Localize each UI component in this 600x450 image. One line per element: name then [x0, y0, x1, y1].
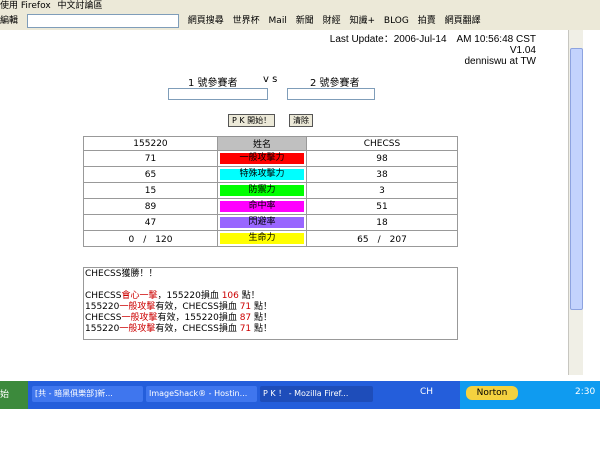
- table-row: 71 一般攻擊力 98: [84, 151, 458, 167]
- toolbar-mail[interactable]: Mail: [269, 12, 287, 30]
- table-row: 47 閃避率 18: [84, 215, 458, 231]
- start-button[interactable]: 始: [0, 381, 28, 409]
- table-row: 89 命中率 51: [84, 199, 458, 215]
- name-header: 姓名: [217, 137, 306, 151]
- toolbar-auction[interactable]: 拍賣: [418, 12, 436, 30]
- log-line: CHECSS會心一擊，155220損血 106 點！: [85, 291, 456, 302]
- left-value: 71: [84, 151, 218, 167]
- toolbar-knowledge[interactable]: 知識+: [349, 12, 375, 30]
- right-value: 3: [306, 183, 457, 199]
- stat-label: 生命力: [220, 233, 304, 244]
- log-line: 155220一般攻擊有效，CHECSS損血 71 點！: [85, 324, 456, 335]
- stat-label: 閃避率: [220, 217, 304, 228]
- bookmarks-bar: 使用 Firefox 中文討論區: [0, 0, 600, 12]
- toolbar-search[interactable]: 網頁搜尋: [188, 12, 224, 30]
- log-line: 155220一般攻擊有效，CHECSS損血 71 點！: [85, 302, 456, 313]
- edit-menu[interactable]: 編輯: [0, 12, 18, 30]
- update-info: Last Update：2006-Jul-14 AM 10:56:48 CST …: [330, 34, 536, 67]
- task-imageshack[interactable]: ImageShack® - Hostin...: [146, 386, 257, 402]
- toolbar-search-input[interactable]: [27, 14, 179, 28]
- toolbar-worldcup[interactable]: 世界杯: [233, 12, 260, 30]
- right-value: 38: [306, 167, 457, 183]
- player1-input[interactable]: [168, 88, 268, 100]
- left-value: 0 / 120: [84, 231, 218, 247]
- left-value: 65: [84, 167, 218, 183]
- table-row: 155220 姓名 CHECSS: [84, 137, 458, 151]
- bookmark-forum[interactable]: 中文討論區: [58, 1, 103, 11]
- toolbar-finance[interactable]: 財經: [323, 12, 341, 30]
- stat-label: 特殊攻擊力: [220, 169, 304, 180]
- yahoo-toolbar: 編輯 網頁搜尋 世界杯 Mail 新聞 財經 知識+ BLOG 拍賣 網頁翻譯: [0, 12, 600, 31]
- stats-table: 155220 姓名 CHECSS 71 一般攻擊力 98 65 特殊攻擊力 38…: [83, 136, 458, 247]
- stat-label: 命中率: [220, 201, 304, 212]
- author: denniswu at TW: [330, 56, 536, 67]
- stat-label: 一般攻擊力: [220, 153, 304, 164]
- ime-indicator[interactable]: CH: [420, 387, 433, 397]
- task-forum[interactable]: [共 - 暗黑俱樂部]新...: [32, 386, 143, 402]
- player2-label: 2 號參賽者: [310, 74, 360, 89]
- clock: 2:30: [575, 387, 595, 397]
- page-content: Last Update：2006-Jul-14 AM 10:56:48 CST …: [0, 30, 568, 375]
- table-row: 15 防禦力 3: [84, 183, 458, 199]
- task-firefox[interactable]: P K ！ - Mozilla Firef...: [260, 386, 373, 402]
- table-row: 0 / 120 生命力 65 / 207: [84, 231, 458, 247]
- player2-input[interactable]: [287, 88, 375, 100]
- right-player-name: CHECSS: [306, 137, 457, 151]
- log-line: CHECSS一般攻擊有效，155220損血 87 點！: [85, 313, 456, 324]
- right-value: 51: [306, 199, 457, 215]
- last-update: Last Update：2006-Jul-14 AM 10:56:48 CST: [330, 34, 536, 45]
- player1-label: 1 號參賽者: [188, 74, 238, 89]
- toolbar-blog[interactable]: BLOG: [384, 12, 409, 30]
- vs-label: v s: [263, 74, 277, 85]
- vertical-scrollbar[interactable]: [568, 30, 583, 375]
- stat-label: 防禦力: [220, 185, 304, 196]
- right-value: 98: [306, 151, 457, 167]
- right-value: 18: [306, 215, 457, 231]
- left-value: 47: [84, 215, 218, 231]
- scrollbar-thumb[interactable]: [570, 48, 583, 310]
- left-value: 15: [84, 183, 218, 199]
- toolbar-translate[interactable]: 網頁翻譯: [445, 12, 481, 30]
- left-player-name: 155220: [84, 137, 218, 151]
- table-row: 65 特殊攻擊力 38: [84, 167, 458, 183]
- clear-button[interactable]: 清除: [289, 114, 313, 127]
- version: V1.04: [330, 45, 536, 56]
- winner-line: CHECSS獲勝！！: [85, 269, 456, 280]
- right-value: 65 / 207: [306, 231, 457, 247]
- pk-start-button[interactable]: P K 開始！: [228, 114, 275, 127]
- bookmark-firefox[interactable]: 使用 Firefox: [0, 1, 51, 11]
- toolbar-news[interactable]: 新聞: [296, 12, 314, 30]
- left-value: 89: [84, 199, 218, 215]
- battle-log: CHECSS獲勝！！ CHECSS會心一擊，155220損血 106 點！ 15…: [83, 267, 458, 340]
- norton-button[interactable]: Norton: [466, 386, 518, 400]
